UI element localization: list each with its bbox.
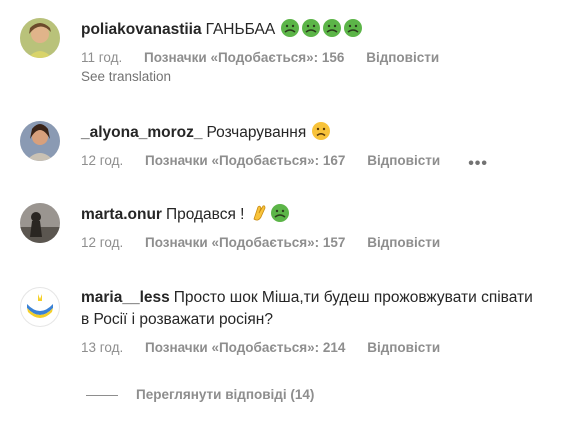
avatar[interactable] bbox=[20, 287, 60, 327]
comment-username[interactable]: marta.onur bbox=[81, 206, 162, 223]
nauseated-face-icon bbox=[343, 19, 362, 37]
comment-time[interactable]: 12 год. bbox=[81, 153, 123, 168]
comment-text: _alyona_moroz_ Розчарування bbox=[81, 121, 544, 144]
comment-message: Розчарування bbox=[206, 124, 307, 141]
likes-count[interactable]: Позначки «Подобається»: 167 bbox=[145, 153, 345, 168]
nauseated-face-icon bbox=[280, 19, 299, 37]
view-replies-label[interactable]: Переглянути відповіді (14) bbox=[136, 387, 314, 402]
reply-button[interactable]: Відповісти bbox=[367, 340, 440, 355]
comment-meta: 11 год. Позначки «Подобається»: 156 Відп… bbox=[81, 50, 544, 65]
reply-button[interactable]: Відповісти bbox=[366, 50, 439, 65]
comment-username[interactable]: poliakovanastiia bbox=[81, 21, 202, 38]
see-translation-link[interactable]: See translation bbox=[81, 69, 544, 84]
sad-face-icon bbox=[311, 122, 330, 140]
comment-meta: 13 год. Позначки «Подобається»: 214 Відп… bbox=[81, 340, 544, 355]
view-replies-button[interactable]: Переглянути відповіді (14) bbox=[86, 387, 314, 402]
likes-count[interactable]: Позначки «Подобається»: 157 bbox=[145, 235, 345, 250]
more-options-icon[interactable]: ••• bbox=[468, 155, 488, 173]
clapping-hands-icon bbox=[253, 205, 266, 221]
comment-text: maria__less Просто шок Міша,ти будеш прож… bbox=[81, 287, 544, 331]
comment-username[interactable]: maria__less bbox=[81, 289, 170, 306]
comment-username[interactable]: _alyona_moroz_ bbox=[81, 124, 202, 141]
nauseated-face-icon bbox=[322, 19, 341, 37]
nauseated-face-icon bbox=[301, 19, 320, 37]
nauseated-face-icon bbox=[270, 204, 289, 222]
avatar[interactable] bbox=[20, 203, 60, 243]
comment-message: Продався ! bbox=[165, 206, 245, 223]
reply-button[interactable]: Відповісти bbox=[367, 153, 440, 168]
likes-count[interactable]: Позначки «Подобається»: 156 bbox=[144, 50, 344, 65]
comment-message: ГАНЬБАА bbox=[205, 21, 276, 38]
comment-text: poliakovanastiia ГАНЬБАА bbox=[81, 18, 544, 41]
comment-meta: 12 год. Позначки «Подобається»: 157 Відп… bbox=[81, 235, 544, 250]
divider-line bbox=[86, 394, 118, 396]
reply-button[interactable]: Відповісти bbox=[367, 235, 440, 250]
comment-time[interactable]: 13 год. bbox=[81, 340, 123, 355]
comment-text: marta.onur Продався ! bbox=[81, 203, 544, 226]
avatar[interactable] bbox=[20, 18, 60, 58]
likes-count[interactable]: Позначки «Подобається»: 214 bbox=[145, 340, 345, 355]
comment-time[interactable]: 11 год. bbox=[81, 50, 122, 65]
comment-time[interactable]: 12 год. bbox=[81, 235, 123, 250]
avatar[interactable] bbox=[20, 121, 60, 161]
